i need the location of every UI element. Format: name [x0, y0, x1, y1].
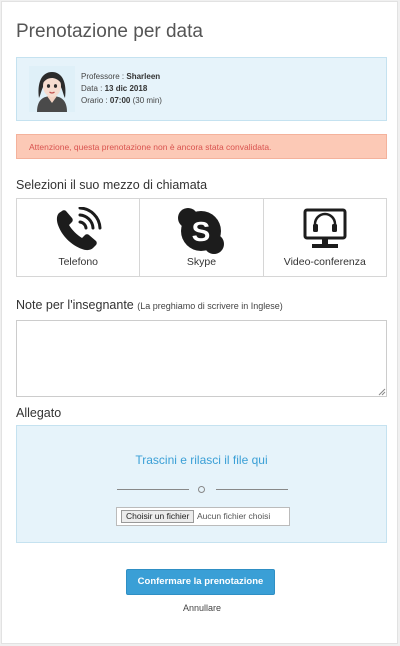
separator-o: [198, 486, 205, 493]
booking-time: 07:00: [109, 96, 131, 105]
call-method-options: Telefono S Skype Video-conferenza: [16, 198, 387, 277]
file-input[interactable]: Choisir un fichier Aucun fichier choisi: [116, 507, 290, 526]
notes-textarea[interactable]: [16, 320, 387, 397]
booking-card: Prenotazione per data Professore : Sharl…: [1, 1, 398, 644]
booking-details: Professore : Sharleen Data : 13 dic 2018…: [81, 71, 162, 107]
booking-date: 13 dic 2018: [104, 84, 148, 93]
booking-duration: (30 min): [132, 96, 162, 105]
booking-info-panel: Professore : Sharleen Data : 13 dic 2018…: [16, 57, 387, 121]
notes-heading: Note per l'insegnante (La preghiamo di s…: [16, 298, 283, 312]
teacher-avatar: [29, 66, 75, 112]
time-row: Orario : 07:00 (30 min): [81, 96, 162, 105]
headset-monitor-icon: [303, 208, 347, 248]
choose-file-button[interactable]: Choisir un fichier: [121, 510, 195, 523]
skype-icon: S: [178, 208, 225, 254]
file-status: Aucun fichier choisi: [197, 511, 271, 521]
cancel-link[interactable]: Annullare: [2, 603, 400, 613]
method-phone-label: Telefono: [58, 256, 99, 268]
notes-hint: (La preghiamo di scrivere in Inglese): [137, 301, 283, 311]
validation-alert: Attenzione, questa prenotazione non è an…: [16, 134, 387, 159]
method-video-label: Video-conferenza: [283, 256, 366, 268]
file-dropzone[interactable]: Trascini e rilasci il file qui Choisir u…: [16, 425, 387, 543]
phone-icon: [57, 207, 102, 251]
dropzone-separator: [117, 485, 288, 495]
confirm-booking-button[interactable]: Confermare la prenotazione: [126, 569, 275, 595]
method-video-conference[interactable]: Video-conferenza: [264, 199, 386, 276]
teacher-row: Professore : Sharleen: [81, 72, 161, 81]
svg-text:S: S: [192, 216, 211, 247]
date-row: Data : 13 dic 2018: [81, 84, 148, 93]
call-method-heading: Selezioni il suo mezzo di chiamata: [16, 178, 208, 192]
teacher-name: Sharleen: [126, 72, 161, 81]
dropzone-text: Trascini e rilasci il file qui: [135, 453, 268, 467]
method-skype-label: Skype: [186, 256, 217, 268]
resize-grip-icon[interactable]: [378, 388, 386, 396]
method-phone[interactable]: Telefono: [17, 199, 141, 276]
attachment-heading: Allegato: [16, 406, 62, 420]
page-title: Prenotazione per data: [16, 21, 203, 42]
method-skype[interactable]: S Skype: [140, 199, 264, 276]
